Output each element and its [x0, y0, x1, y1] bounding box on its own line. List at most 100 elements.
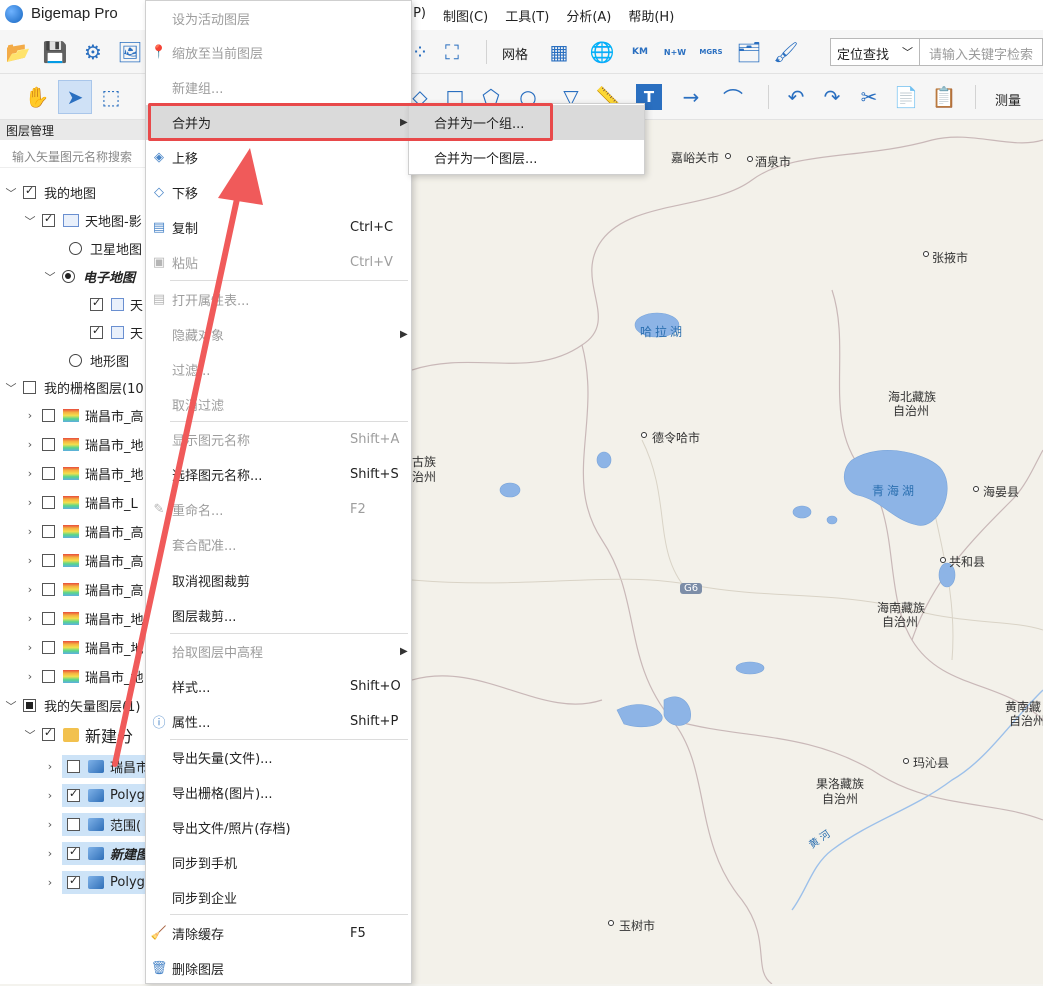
menu-item-rename[interactable]: ✎ 重命名... F2	[146, 492, 411, 527]
menu-item-cancel-filter[interactable]: 取消过滤	[146, 387, 411, 422]
layer-checkbox[interactable]	[42, 212, 55, 227]
menu-draw[interactable]: 制图(C)	[443, 6, 488, 25]
layer-checkbox[interactable]	[42, 612, 55, 625]
copy-doc-icon[interactable]: 📄	[893, 84, 919, 110]
layers-icon[interactable]: 🗂	[736, 39, 762, 65]
keyword-search-input[interactable]: 请输入关键字检索	[920, 38, 1043, 66]
layer-checkbox[interactable]	[42, 525, 55, 538]
menu-item-select-names[interactable]: 选择图元名称... Shift+S	[146, 457, 411, 492]
menu-item-export-vector[interactable]: 导出矢量(文件)...	[146, 740, 411, 775]
layer-checkbox[interactable]	[67, 845, 80, 860]
layer-checkbox[interactable]	[42, 583, 55, 596]
tree-node-raster[interactable]: › 瑞昌市_高	[23, 546, 144, 575]
layer-checkbox[interactable]	[23, 381, 36, 394]
curve-tool-icon[interactable]: ⌒	[720, 84, 746, 111]
fullscreen-icon[interactable]: ⛶	[439, 39, 465, 65]
menu-item-sync-phone[interactable]: 同步到手机	[146, 845, 411, 880]
layer-checkbox[interactable]	[90, 324, 103, 339]
mgrs-grid-icon[interactable]: MGRS	[698, 39, 724, 65]
menu-item-new-group[interactable]: 新建组...	[146, 70, 411, 105]
tree-node-raster[interactable]: › 瑞昌市_高	[23, 401, 144, 430]
menu-item-move-up[interactable]: ◈ 上移	[146, 140, 411, 175]
layer-checkbox[interactable]	[90, 296, 103, 311]
chevron-right-icon[interactable]: ›	[23, 612, 37, 625]
layer-checkbox[interactable]	[67, 760, 80, 773]
layer-radio[interactable]	[69, 242, 82, 255]
tree-node-terrain[interactable]: 地形图	[69, 346, 129, 375]
menu-item-sync-enterprise[interactable]: 同步到企业	[146, 880, 411, 915]
brush-icon[interactable]: 🖌	[773, 39, 799, 65]
menu-item-properties[interactable]: ⓘ 属性... Shift+P	[146, 704, 411, 739]
menu-item-cancel-view-clip[interactable]: 取消视图裁剪	[146, 563, 411, 598]
menu-item-zoom-to-layer[interactable]: 📍 缩放至当前图层	[146, 35, 411, 70]
tree-node-new-group[interactable]: ﹀ 新建分	[23, 720, 134, 749]
globe-icon[interactable]: 🌐	[589, 39, 615, 65]
chevron-right-icon[interactable]: ›	[43, 818, 57, 831]
menu-item-clear-cache[interactable]: 🧹 清除缓存 F5	[146, 916, 411, 951]
chevron-right-icon[interactable]: ›	[43, 876, 57, 889]
chevron-right-icon[interactable]: ›	[23, 554, 37, 567]
layer-checkbox[interactable]	[42, 670, 55, 683]
layer-checkbox[interactable]	[42, 641, 55, 654]
tree-node-raster[interactable]: › 瑞昌市_地	[23, 459, 144, 488]
measure-button[interactable]: 测量	[995, 90, 1021, 109]
chevron-right-icon[interactable]: ›	[23, 496, 37, 509]
layer-checkbox[interactable]	[42, 467, 55, 480]
menu-item-show-names[interactable]: 显示图元名称 Shift+A	[146, 422, 411, 457]
tree-node-satellite[interactable]: 卫星地图	[69, 234, 142, 263]
pan-hand-icon[interactable]: ✋	[24, 84, 50, 110]
grid-icon[interactable]: ▦	[546, 39, 572, 65]
tree-node-vector[interactable]: › 范围(	[43, 810, 152, 839]
locate-select[interactable]: 定位查找 ﹀	[830, 38, 920, 66]
box-select-icon[interactable]: ⬚	[98, 84, 124, 110]
layer-checkbox[interactable]	[42, 438, 55, 451]
tree-node-raster-group[interactable]: ﹀ 我的栅格图层(10	[4, 373, 144, 402]
menu-item-layer-clip[interactable]: 图层裁剪...	[146, 598, 411, 633]
menu-item-hide-objects[interactable]: 隐藏对象 ▶	[146, 317, 411, 352]
chevron-right-icon[interactable]: ›	[23, 641, 37, 654]
chevron-right-icon[interactable]: ›	[43, 789, 57, 802]
map-canvas[interactable]: 嘉峪关市 酒泉市 张掖市 哈拉湖 海北藏族 自治州 德令哈市 古族 治州 青海湖…	[412, 120, 1043, 984]
layer-checkbox[interactable]	[42, 409, 55, 422]
tree-node-raster[interactable]: › 瑞昌市_高	[23, 575, 144, 604]
undo-icon[interactable]: ↶	[783, 84, 809, 110]
chevron-down-icon[interactable]: ﹀	[4, 380, 18, 396]
tree-node-sublayer[interactable]: 天	[90, 290, 143, 319]
layer-search-input[interactable]: 输入矢量图元名称搜索	[0, 140, 146, 168]
image-icon[interactable]: 🖼	[117, 39, 143, 65]
tree-node-raster[interactable]: › 瑞昌市_地	[23, 633, 144, 662]
chevron-right-icon[interactable]: ›	[23, 467, 37, 480]
layer-checkbox[interactable]	[23, 699, 36, 712]
chevron-right-icon[interactable]: ›	[43, 760, 57, 773]
paste-doc-icon[interactable]: 📋	[931, 84, 957, 110]
menu-item-export-raster[interactable]: 导出栅格(图片)...	[146, 775, 411, 810]
menu-item-filter[interactable]: 过滤...	[146, 352, 411, 387]
menu-item-copy[interactable]: ▤ 复制 Ctrl+C	[146, 210, 411, 245]
tree-node-vector-group[interactable]: ﹀ 我的矢量图层(1)	[4, 691, 140, 720]
chevron-down-icon[interactable]: ﹀	[23, 213, 37, 229]
layer-checkbox[interactable]	[23, 184, 36, 199]
chevron-down-icon[interactable]: ﹀	[4, 185, 18, 201]
select-arrow-icon[interactable]: ➤	[58, 80, 92, 114]
tree-node-vector[interactable]: › Polyg	[43, 781, 152, 810]
chevron-down-icon[interactable]: ﹀	[23, 727, 37, 743]
chevron-down-icon[interactable]: ﹀	[43, 269, 57, 285]
gear-icon[interactable]: ⚙	[80, 39, 106, 65]
tree-node-raster[interactable]: › 瑞昌市_L	[23, 488, 138, 517]
chevron-right-icon[interactable]: ›	[23, 583, 37, 596]
layer-radio[interactable]	[69, 354, 82, 367]
menu-help[interactable]: 帮助(H)	[628, 6, 674, 25]
menu-tools[interactable]: 工具(T)	[505, 6, 549, 25]
save-icon[interactable]: 💾	[42, 39, 68, 65]
layer-checkbox[interactable]	[67, 818, 80, 831]
layer-checkbox[interactable]	[67, 787, 80, 802]
menu-item-delete-layer[interactable]: 🗑 删除图层	[146, 951, 411, 986]
tree-node-vector[interactable]: › 瑞昌市	[43, 752, 152, 781]
menu-item-set-active-layer[interactable]: 设为活动图层	[146, 1, 411, 36]
tree-node-electronic-map[interactable]: ﹀ 电子地图	[43, 262, 135, 291]
cut-icon[interactable]: ✂	[856, 84, 882, 110]
chevron-right-icon[interactable]: ›	[23, 670, 37, 683]
chevron-right-icon[interactable]: ›	[23, 438, 37, 451]
tree-node-vector[interactable]: › Polyg	[43, 868, 152, 897]
menu-item-paste[interactable]: ▣ 粘贴 Ctrl+V	[146, 245, 411, 280]
